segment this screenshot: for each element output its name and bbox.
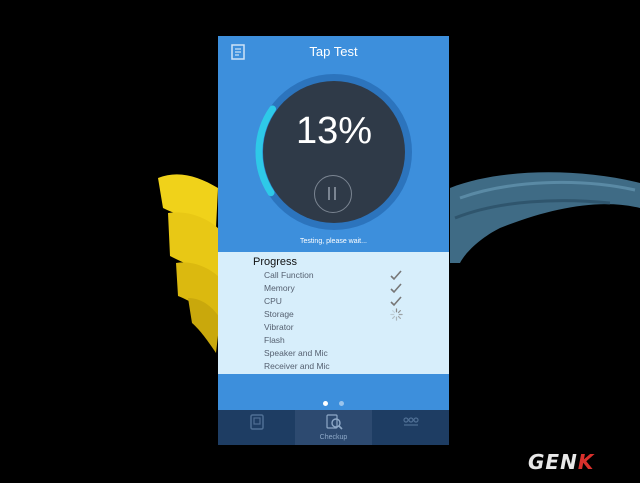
list-item: Vibrator xyxy=(264,321,414,334)
app-title: Tap Test xyxy=(309,44,358,59)
grid-icon xyxy=(402,417,419,426)
watermark-accent: K xyxy=(577,450,595,474)
item-label: Call Function xyxy=(264,270,314,280)
background-object-photo xyxy=(450,172,640,263)
item-label: Speaker and Mic xyxy=(264,348,328,358)
progress-list: Call Function Memory CPU Storage Vibrato… xyxy=(264,269,414,373)
page-indicator xyxy=(218,393,449,411)
top-bar: Tap Test xyxy=(218,36,449,68)
genk-watermark-logo: GENK xyxy=(528,450,594,474)
item-label: Vibrator xyxy=(264,322,294,332)
tab-label: Checkup xyxy=(319,434,348,441)
spinner-icon xyxy=(390,308,403,321)
list-item: CPU xyxy=(264,295,414,308)
tab-bar: Checkup xyxy=(218,410,449,445)
watermark-main: GEN xyxy=(528,450,578,474)
percent-readout: 13% xyxy=(295,110,373,152)
page-dot[interactable] xyxy=(338,401,344,406)
list-item: Memory xyxy=(264,282,414,295)
list-item: Speaker and Mic xyxy=(264,347,414,360)
progress-title: Progress xyxy=(253,256,298,268)
pause-button[interactable] xyxy=(314,175,352,213)
magnifier-icon xyxy=(325,414,343,430)
tab-checkup[interactable]: Checkup xyxy=(295,410,372,445)
tab-grid[interactable] xyxy=(372,410,449,445)
app-screen: Tap Test 13% Testing, please wait... Pro… xyxy=(218,36,449,445)
check-icon xyxy=(390,270,402,281)
progress-panel: Progress Call Function Memory CPU Storag… xyxy=(218,252,449,374)
status-text: Testing, please wait... xyxy=(300,238,367,245)
check-icon xyxy=(390,296,402,307)
item-label: Flash xyxy=(264,335,285,345)
tab-device[interactable] xyxy=(218,410,295,445)
list-item: Receiver and Mic xyxy=(264,360,414,373)
page-dot-active[interactable] xyxy=(323,401,329,406)
item-label: Receiver and Mic xyxy=(264,361,330,371)
item-label: CPU xyxy=(264,296,282,306)
list-item: Flash xyxy=(264,334,414,347)
list-item: Call Function xyxy=(264,269,414,282)
device-icon xyxy=(249,414,264,430)
list-item: Storage xyxy=(264,308,414,321)
item-label: Storage xyxy=(264,309,294,319)
check-icon xyxy=(390,283,402,294)
item-label: Memory xyxy=(264,283,295,293)
